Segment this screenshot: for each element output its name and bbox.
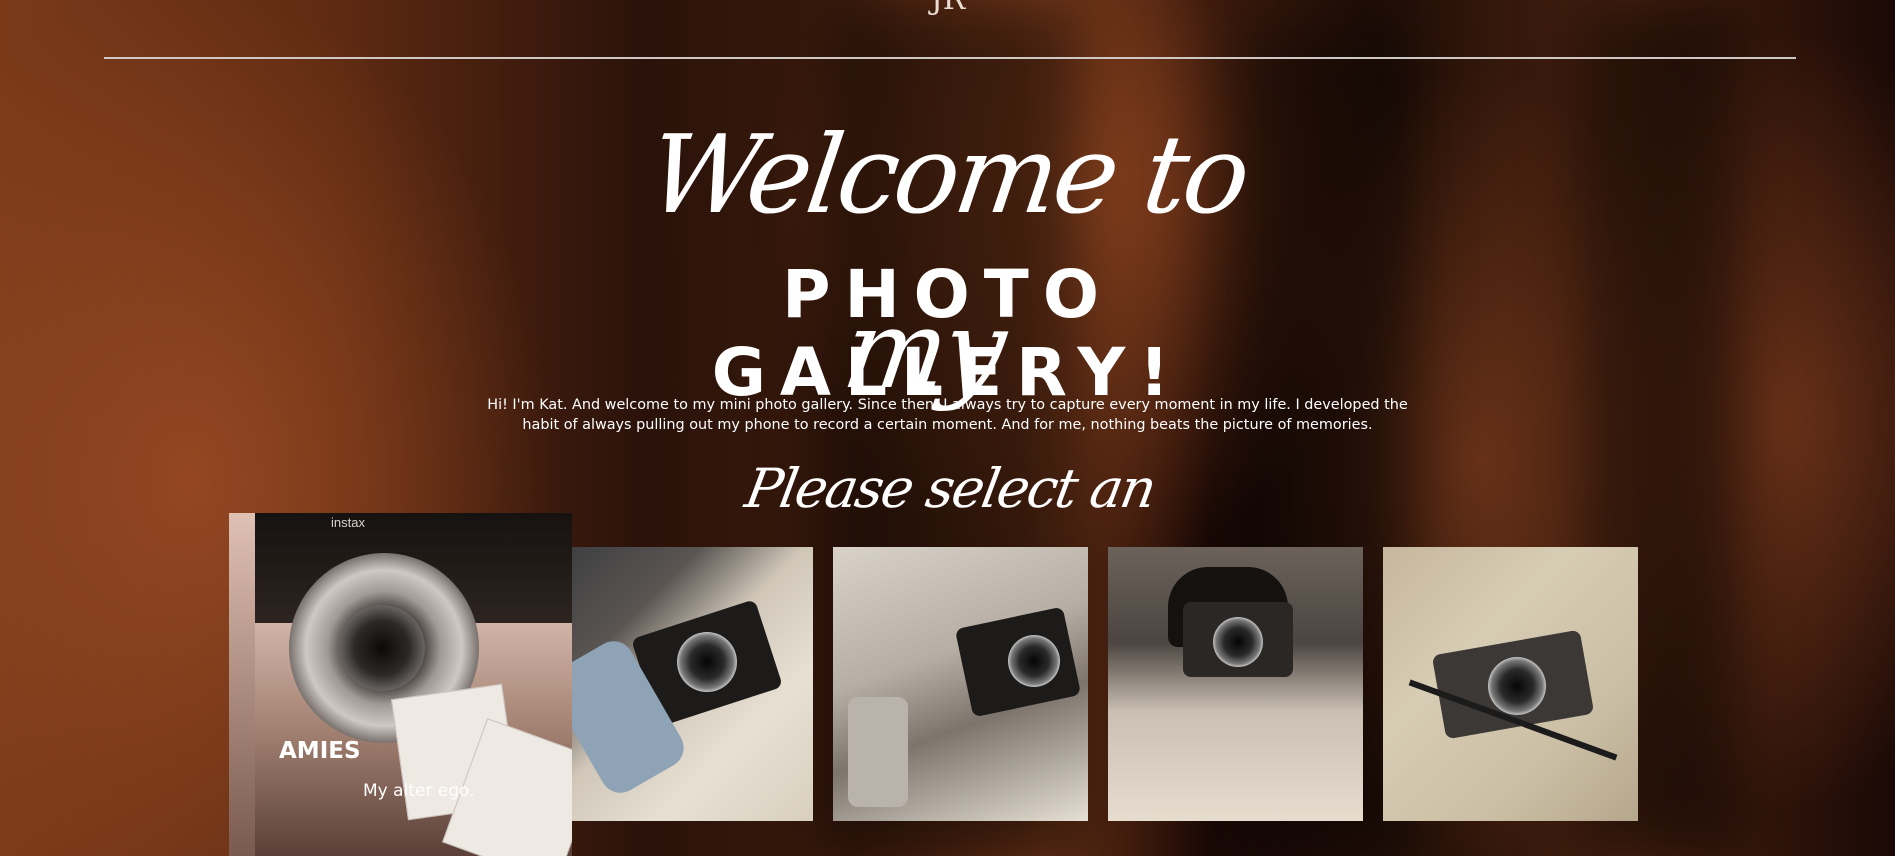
intro-paragraph: Hi! I'm Kat. And welcome to my mini phot… [487, 397, 1408, 433]
card-edge [229, 513, 255, 856]
camera-lens [1213, 617, 1263, 667]
album-card-5[interactable] [1383, 547, 1638, 821]
camera-lens [1488, 657, 1546, 715]
site-logo[interactable]: JR [918, 0, 978, 15]
album-title: AMIES [279, 738, 361, 764]
welcome-heading: Welcome to my [641, 113, 1254, 413]
camera-brand-label: instax [331, 515, 365, 530]
album-card-2[interactable] [572, 547, 813, 821]
album-card-amies[interactable]: instax AMIES My alter ego. [229, 513, 572, 856]
camera-lens [1008, 635, 1060, 687]
header-divider [104, 57, 1796, 59]
album-section-heading: Please select an album [740, 457, 1160, 602]
camera-lens [677, 632, 737, 692]
camera-lens [339, 605, 425, 691]
album-card-4[interactable] [1108, 547, 1363, 821]
album-card-3[interactable] [833, 547, 1088, 821]
compact-camera-image [848, 697, 908, 807]
album-description: My alter ego. [363, 781, 475, 801]
page-title: PHOTO GALLERY! [711, 256, 1184, 411]
